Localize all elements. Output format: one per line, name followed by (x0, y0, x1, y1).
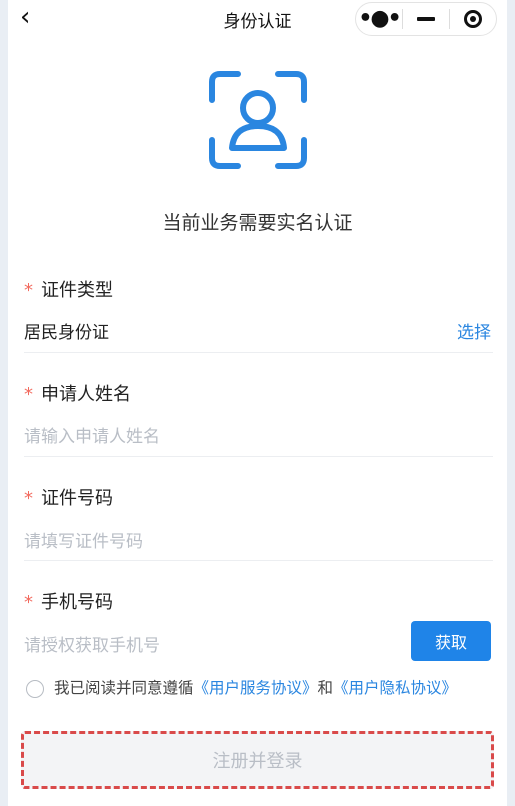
applicant-name-label: * 申请人姓名 (24, 380, 131, 406)
service-agreement-link[interactable]: 《用户服务协议》 (194, 679, 318, 697)
agreement-row: 我已阅读并同意遵循《用户服务协议》和《用户隐私协议》 (26, 676, 496, 700)
mini-program-capsule: •●• (355, 2, 497, 36)
privacy-agreement-link[interactable]: 《用户隐私协议》 (333, 679, 457, 697)
agree-radio[interactable] (26, 680, 44, 698)
applicant-name-input[interactable]: 请输入申请人姓名 (24, 422, 160, 447)
register-login-button[interactable]: 注册并登录 (21, 731, 494, 789)
agreement-prefix: 我已阅读并同意遵循 (54, 679, 194, 697)
id-type-select-button[interactable]: 选择 (457, 318, 491, 343)
required-mark: * (24, 592, 33, 613)
divider (24, 352, 493, 353)
id-number-input[interactable]: 请填写证件号码 (24, 527, 143, 552)
agreement-and: 和 (317, 679, 334, 697)
id-type-label: * 证件类型 (24, 276, 113, 302)
phone-label: * 手机号码 (24, 588, 113, 614)
divider (24, 560, 493, 561)
id-type-label-text: 证件类型 (41, 280, 113, 301)
verification-tip: 当前业务需要实名认证 (162, 212, 353, 234)
agreement-text: 我已阅读并同意遵循《用户服务协议》和《用户隐私协议》 (26, 676, 496, 700)
more-button[interactable]: •●• (356, 3, 402, 35)
id-number-label: * 证件号码 (24, 484, 113, 510)
required-mark: * (24, 280, 33, 301)
get-phone-button[interactable]: 获取 (411, 621, 491, 661)
minimize-icon (417, 17, 435, 21)
phone-label-text: 手机号码 (41, 592, 113, 613)
close-button[interactable] (450, 3, 496, 35)
minimize-button[interactable] (403, 3, 449, 35)
page: ‹ 身份认证 •●• 当前业务需要实名认证 * 证件类型 居民身份证 选择 * … (8, 0, 507, 806)
applicant-name-label-text: 申请人姓名 (41, 384, 131, 405)
divider (24, 456, 493, 457)
required-mark: * (24, 384, 33, 405)
id-number-label-text: 证件号码 (41, 488, 113, 509)
required-mark: * (24, 488, 33, 509)
id-type-value[interactable]: 居民身份证 (24, 318, 109, 343)
more-dots-icon: •●• (358, 6, 401, 31)
target-close-icon (464, 10, 482, 28)
nav-bar: ‹ 身份认证 •●• (8, 0, 507, 38)
face-recognition-icon (206, 68, 310, 172)
phone-input[interactable]: 请授权获取手机号 (24, 631, 160, 656)
